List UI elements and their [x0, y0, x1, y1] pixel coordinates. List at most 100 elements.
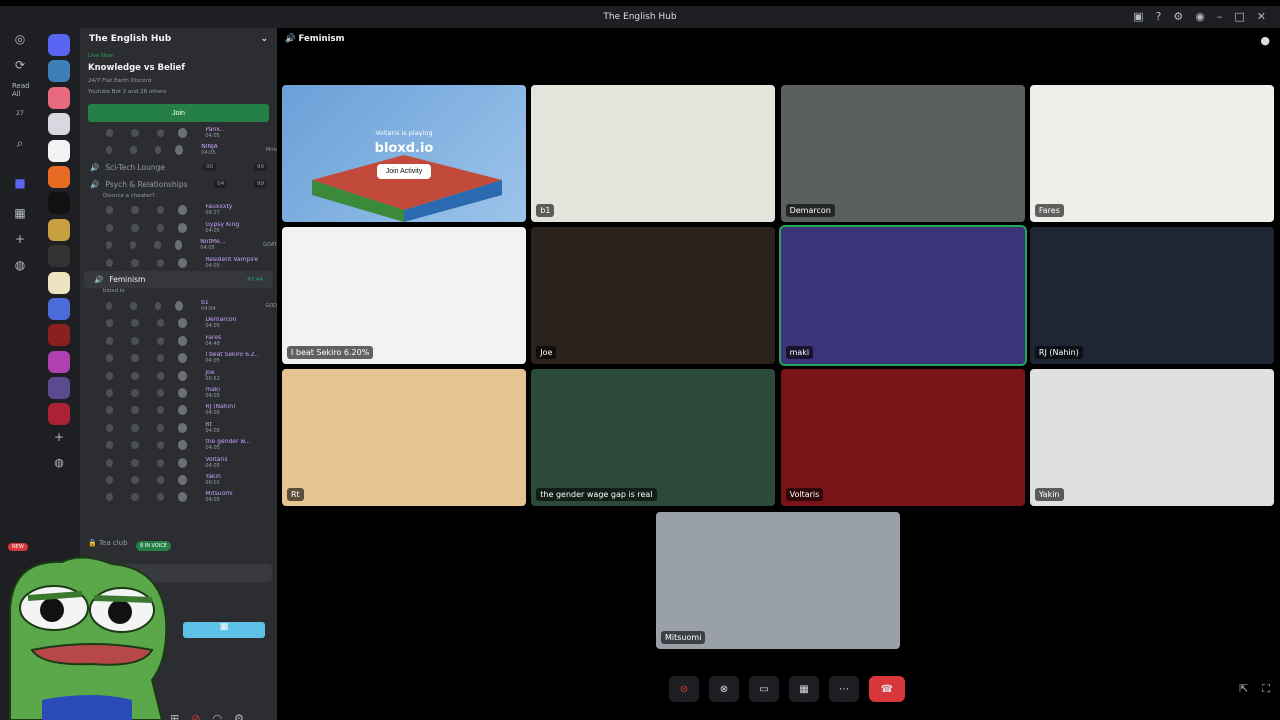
participant-tile[interactable]: the gender wage gap is real [531, 369, 776, 506]
mic-icon [131, 206, 139, 215]
participant-tile[interactable]: Fares [1029, 85, 1274, 222]
member-row[interactable]: I beat Sekiro 6.2... 04:05 [80, 350, 277, 367]
participant-tile[interactable]: RJ (Nahin) [1029, 227, 1274, 364]
server-group-icon[interactable]: ▦ [6, 200, 34, 226]
server-header[interactable]: The English Hub ⌄ [80, 28, 277, 50]
status-icon[interactable]: ◉ [1195, 10, 1205, 23]
headphones-icon[interactable]: ◠ [212, 712, 222, 720]
member-time: 00:01 [205, 479, 220, 486]
participant-tile[interactable]: Yakin [1029, 369, 1274, 506]
gear-icon[interactable]: ⚙ [234, 712, 244, 720]
member-row[interactable]: RJ (Nahin) 04:05 [80, 402, 277, 419]
channel-sci-tech[interactable]: 🔊 Sci-Tech Lounge 00 99 [80, 159, 277, 176]
chevron-down-icon[interactable]: ⌄ [260, 34, 268, 44]
mic-icon [130, 241, 137, 250]
speaker-icon [154, 241, 161, 250]
server-icon[interactable] [48, 218, 70, 241]
member-row[interactable]: Parik.. 04:05 [80, 124, 277, 141]
server-icon[interactable] [48, 139, 70, 162]
settings-icon[interactable]: ⚙ [1173, 10, 1183, 23]
spinner-icon[interactable]: ⟳ [6, 52, 34, 78]
member-row[interactable]: Demarcon 04:05 [80, 315, 277, 332]
maximize-button[interactable]: □ [1234, 10, 1244, 23]
inbox-icon[interactable]: ▣ [1133, 10, 1143, 23]
participant-tile[interactable]: Rt [282, 369, 526, 506]
member-row[interactable]: NotMe... 04:05 GOAT [80, 237, 277, 254]
member-row[interactable]: Rt 04:05 [80, 419, 277, 436]
explore-icon[interactable]: ◍ [48, 456, 70, 478]
member-row[interactable]: the gender w... 04:05 [80, 436, 277, 453]
join-activity-button[interactable]: Join Activity [376, 163, 432, 179]
mic-muted-button[interactable]: ⊘ [669, 676, 699, 702]
speaker-icon [156, 441, 165, 450]
member-row[interactable]: Mitsuomi 04:05 [80, 489, 277, 506]
participant-tile[interactable]: I beat Sekiro 6.20% [282, 227, 526, 364]
screen-share-button[interactable]: ▭ [749, 676, 779, 702]
participant-tile[interactable]: Mitsuomi [656, 512, 900, 649]
minimize-button[interactable]: – [1217, 10, 1223, 23]
activities-button[interactable]: ▦ [183, 622, 265, 638]
folder-icon[interactable]: ■ [6, 170, 34, 196]
read-all-button[interactable]: Read All [12, 82, 34, 98]
search-icon[interactable]: ⌕ [6, 130, 34, 156]
participant-tile[interactable]: Joe [531, 227, 776, 364]
activity-tile[interactable]: Voltaris is playing bloxd.io Join Activi… [282, 85, 526, 222]
participant-tile[interactable]: Voltaris [780, 369, 1025, 506]
add-server-icon[interactable]: + [48, 430, 70, 452]
server-icon[interactable] [48, 245, 70, 268]
fullscreen-icon[interactable]: ⛶ [1262, 682, 1270, 696]
server-icon[interactable] [48, 297, 70, 320]
participant-label: RJ (Nahin) [1034, 346, 1083, 359]
server-icon[interactable] [48, 86, 70, 109]
mic-icon [131, 406, 139, 415]
add-server-icon[interactable]: + [6, 226, 34, 252]
server-icon[interactable] [48, 192, 70, 215]
participant-tile[interactable]: maki [778, 225, 1027, 366]
avatar [178, 474, 188, 485]
member-row[interactable]: Gypsy King 04:05 [80, 219, 277, 236]
member-row[interactable]: b1 04:04 GOD [80, 297, 277, 314]
channel-tea-club[interactable]: 🔒 Tea club [88, 539, 128, 547]
avatar [178, 405, 188, 416]
member-row[interactable]: Fares 04:48 [80, 332, 277, 349]
channel-feminism[interactable]: 🔊 Feminism 47:44 [84, 271, 273, 289]
popout-icon[interactable]: ⇱ [1239, 682, 1248, 696]
server-icon[interactable] [48, 350, 70, 373]
member-row[interactable]: Resident Vampire 04:05 [80, 254, 277, 271]
participant-tile[interactable]: b1 [531, 85, 776, 222]
member-time: 08:27 [205, 210, 220, 217]
chat-icon[interactable]: ● [1260, 34, 1270, 47]
server-icon[interactable] [48, 34, 70, 56]
gamepad-icon[interactable]: ⊞ [170, 712, 179, 720]
avatar [178, 222, 188, 233]
mic-icon [131, 423, 139, 432]
server-icon[interactable] [48, 403, 70, 426]
member-row[interactable]: Yakin 00:01 [80, 471, 277, 488]
server-icon[interactable] [48, 271, 70, 294]
member-row[interactable]: Voltaris 04:05 [80, 454, 277, 471]
help-icon[interactable]: ? [1156, 10, 1162, 23]
server-icon[interactable] [48, 60, 70, 83]
member-row[interactable]: NINJA 04:05 Mrre [80, 141, 277, 158]
discord-home-icon[interactable]: ◎ [6, 28, 34, 50]
member-row[interactable]: Joe 00:52 [80, 367, 277, 384]
activities-button[interactable]: ▦ [789, 676, 819, 702]
server-icon[interactable] [48, 113, 70, 136]
server-icon[interactable] [48, 377, 70, 400]
close-button[interactable]: ✕ [1257, 10, 1266, 23]
join-event-button[interactable]: Join [88, 104, 269, 122]
member-row[interactable]: Fauxxxty 08:27 [80, 202, 277, 219]
mic-muted-icon[interactable]: ⊘ [191, 712, 200, 720]
participant-tile[interactable]: Demarcon [780, 85, 1025, 222]
server-icon[interactable] [48, 324, 70, 347]
avatar [178, 205, 188, 216]
more-button[interactable]: ⋯ [829, 676, 859, 702]
explore-icon[interactable]: ◍ [6, 252, 34, 278]
member-time: 04:05 [200, 245, 215, 252]
leave-call-button[interactable]: ☎ [869, 676, 905, 702]
member-row[interactable]: maki 04:05 [80, 384, 277, 401]
server-icon[interactable] [48, 165, 70, 188]
live-label: Live Now [88, 53, 113, 59]
camera-off-button[interactable]: ⊗ [709, 676, 739, 702]
channel-psych[interactable]: 🔊 Psych & Relationships 04 99 [80, 176, 277, 193]
